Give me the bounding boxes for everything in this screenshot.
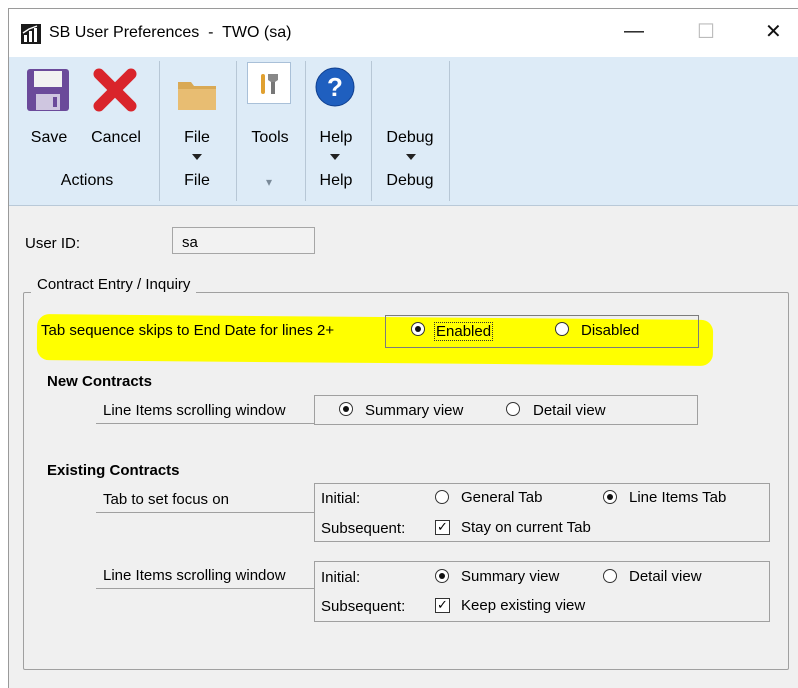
group-label-actions: Actions bbox=[60, 172, 114, 189]
tools-icon bbox=[261, 74, 278, 94]
label-underline bbox=[96, 512, 314, 513]
group-label-help: Help bbox=[319, 172, 353, 189]
checkbox-stay-on-tab[interactable]: ✓ bbox=[435, 520, 450, 535]
title-bar: SB User Preferences - TWO (sa) — ☐ ✕ bbox=[9, 9, 798, 57]
exist-detail-label: Detail view bbox=[629, 568, 702, 585]
radio-enabled[interactable] bbox=[411, 322, 425, 336]
radio-new-detail[interactable] bbox=[506, 402, 520, 416]
general-tab-label: General Tab bbox=[461, 489, 543, 506]
debug-label: Debug bbox=[386, 129, 434, 146]
help-label: Help bbox=[319, 129, 353, 146]
radio-exist-summary[interactable] bbox=[435, 569, 449, 583]
keep-existing-label: Keep existing view bbox=[461, 597, 586, 614]
svg-text:?: ? bbox=[327, 72, 343, 102]
contract-entry-group-label: Contract Entry / Inquiry bbox=[31, 276, 197, 293]
radio-exist-detail[interactable] bbox=[603, 569, 617, 583]
disabled-label: Disabled bbox=[581, 322, 640, 339]
group-label-debug: Debug bbox=[386, 172, 434, 189]
user-id-field[interactable]: sa bbox=[172, 227, 315, 254]
label-underline bbox=[96, 423, 314, 424]
ribbon-separator bbox=[449, 61, 450, 201]
exist-scroll-label: Line Items scrolling window bbox=[103, 567, 286, 584]
maximize-button[interactable]: ☐ bbox=[697, 19, 715, 44]
minimize-button[interactable]: — bbox=[624, 20, 644, 43]
close-button[interactable]: ✕ bbox=[765, 19, 782, 44]
group-label-file: File bbox=[184, 172, 210, 189]
radio-disabled[interactable] bbox=[555, 322, 569, 336]
focus-initial-label: Initial: bbox=[321, 490, 361, 507]
ribbon-separator bbox=[159, 61, 160, 201]
enabled-label: Enabled bbox=[434, 322, 494, 341]
chevron-down-icon bbox=[192, 154, 202, 160]
user-id-label: User ID: bbox=[25, 235, 81, 252]
tab-sequence-radio-group bbox=[385, 315, 699, 348]
exist-subsequent-label: Subsequent: bbox=[321, 598, 406, 615]
window-title: SB User Preferences - TWO (sa) bbox=[49, 24, 292, 41]
focus-subsequent-label: Subsequent: bbox=[321, 520, 406, 537]
file-label: File bbox=[184, 129, 210, 146]
help-icon: ? bbox=[315, 67, 355, 107]
tools-icon-frame bbox=[247, 62, 291, 104]
folder-icon bbox=[178, 82, 216, 110]
label-underline bbox=[96, 588, 314, 589]
ribbon-separator bbox=[305, 61, 306, 201]
focus-label: Tab to set focus on bbox=[103, 491, 229, 508]
ribbon-toolbar: Save Cancel Actions File File Tools ▾ ? … bbox=[9, 57, 798, 206]
ribbon-separator bbox=[236, 61, 237, 201]
new-summary-label: Summary view bbox=[365, 402, 464, 419]
new-detail-label: Detail view bbox=[533, 402, 606, 419]
new-contracts-heading: New Contracts bbox=[47, 373, 153, 390]
new-scroll-label: Line Items scrolling window bbox=[103, 402, 286, 419]
exist-summary-label: Summary view bbox=[461, 568, 560, 585]
user-id-value: sa bbox=[182, 234, 198, 251]
save-label: Save bbox=[30, 129, 68, 146]
tab-sequence-label: Tab sequence skips to End Date for lines… bbox=[41, 322, 335, 339]
radio-general-tab[interactable] bbox=[435, 490, 449, 504]
ribbon-separator bbox=[371, 61, 372, 201]
radio-line-items-tab[interactable] bbox=[603, 490, 617, 504]
cancel-icon bbox=[93, 68, 137, 112]
checkbox-keep-existing[interactable]: ✓ bbox=[435, 598, 450, 613]
save-icon bbox=[27, 69, 69, 111]
tools-label: Tools bbox=[251, 129, 289, 146]
radio-new-summary[interactable] bbox=[339, 402, 353, 416]
group-label-tools-arrow[interactable]: ▾ bbox=[257, 175, 281, 189]
cancel-label: Cancel bbox=[91, 129, 141, 146]
stay-on-tab-label: Stay on current Tab bbox=[461, 519, 591, 536]
app-icon bbox=[21, 24, 41, 44]
existing-contracts-heading: Existing Contracts bbox=[47, 462, 180, 479]
line-items-tab-label: Line Items Tab bbox=[629, 489, 727, 506]
exist-initial-label: Initial: bbox=[321, 569, 361, 586]
chevron-down-icon bbox=[406, 154, 416, 160]
preferences-window: SB User Preferences - TWO (sa) — ☐ ✕ Sav… bbox=[8, 8, 798, 688]
chevron-down-icon bbox=[330, 154, 340, 160]
